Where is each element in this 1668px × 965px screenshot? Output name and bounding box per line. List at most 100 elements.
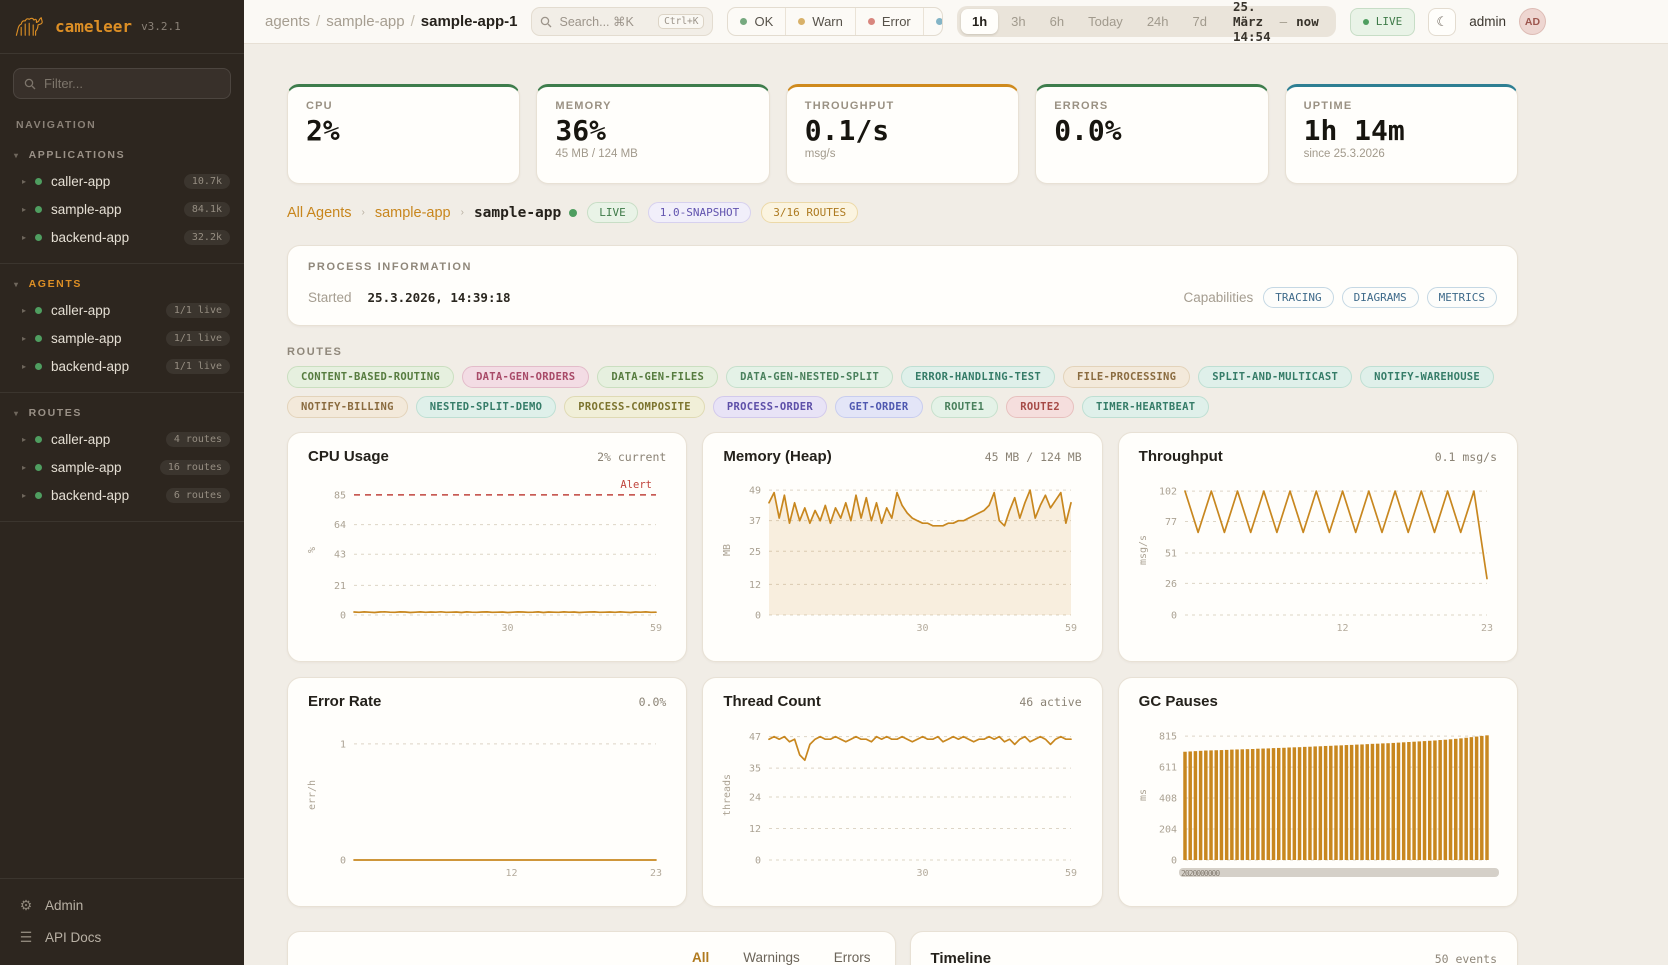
svg-text:0: 0 xyxy=(340,856,346,867)
sidebar-item-backend-app[interactable]: ▸backend-app1/1 live xyxy=(0,352,244,380)
route-chip-file-processing[interactable]: FILE-PROCESSING xyxy=(1063,366,1190,388)
status-filter-group: OKWarn Error Running xyxy=(727,7,943,36)
search-shortcut-kbd: Ctrl+K xyxy=(658,14,704,29)
sidebar-item-sample-app[interactable]: ▸sample-app1/1 live xyxy=(0,324,244,352)
live-label: LIVE xyxy=(1376,15,1403,28)
chevron-right-icon: ▸ xyxy=(22,334,26,343)
sidebar-item-caller-app[interactable]: ▸caller-app1/1 live xyxy=(0,296,244,324)
chart-title: CPU Usage xyxy=(308,448,389,465)
route-chip-notify-warehouse[interactable]: NOTIFY-WAREHOUSE xyxy=(1360,366,1494,388)
sidebar-filter-input[interactable] xyxy=(44,76,220,91)
theme-toggle-button[interactable]: ☾ xyxy=(1428,8,1456,36)
time-range-24h[interactable]: 24h xyxy=(1136,9,1180,34)
sidebar-item-label: caller-app xyxy=(51,432,110,447)
route-chip-timer-heartbeat[interactable]: TIMER-HEARTBEAT xyxy=(1082,396,1209,418)
chart-card-error-rate: Error Rate0.0%01err/h1223 xyxy=(287,677,687,907)
chart-value-label: 45 MB / 124 MB xyxy=(985,450,1082,464)
chart-title: Thread Count xyxy=(723,693,821,710)
status-dot-icon xyxy=(35,178,42,185)
time-range-1h[interactable]: 1h xyxy=(961,9,998,34)
stat-label: CPU xyxy=(306,100,501,112)
status-filter-warn[interactable]: Warn xyxy=(785,8,855,35)
status-filter-ok[interactable]: OK xyxy=(728,8,785,35)
status-dot-icon xyxy=(35,206,42,213)
breadcrumb-link[interactable]: agents xyxy=(265,13,310,30)
capabilities: Capabilities TRACINGDIAGRAMSMETRICS xyxy=(1184,287,1498,308)
svg-text:43: 43 xyxy=(334,550,346,561)
time-range-6h[interactable]: 6h xyxy=(1039,9,1075,34)
stat-value: 2% xyxy=(306,116,501,145)
agent-breadcrumb-link[interactable]: All Agents xyxy=(287,205,352,221)
date-range-control[interactable]: 25. März 14:54 — now xyxy=(1218,0,1332,44)
sidebar-section-header-agents[interactable]: ▾AGENTS xyxy=(0,274,244,296)
svg-text:MB: MB xyxy=(722,544,733,556)
route-chip-data-gen-orders[interactable]: DATA-GEN-ORDERS xyxy=(462,366,589,388)
stat-value: 36% xyxy=(555,116,750,145)
chart-value-label: 0.0% xyxy=(639,695,667,709)
sidebar-item-backend-app[interactable]: ▸backend-app6 routes xyxy=(0,481,244,509)
avatar[interactable]: AD xyxy=(1519,8,1546,35)
route-chip-process-order[interactable]: PROCESS-ORDER xyxy=(713,396,827,418)
route-chip-process-composite[interactable]: PROCESS-COMPOSITE xyxy=(564,396,705,418)
sidebar-item-caller-app[interactable]: ▸caller-app4 routes xyxy=(0,425,244,453)
svg-text:1: 1 xyxy=(340,739,346,750)
svg-text:37: 37 xyxy=(749,516,761,527)
sidebar-section-header-applications[interactable]: ▾APPLICATIONS xyxy=(0,145,244,167)
breadcrumb-current: sample-app-1 xyxy=(421,13,518,30)
chart-card-throughput: Throughput0.1 msg/s0265177102msg/s1223 xyxy=(1118,432,1518,662)
sidebar-item-backend-app[interactable]: ▸backend-app32.2k xyxy=(0,223,244,251)
log-tab-errors[interactable]: Errors xyxy=(832,950,873,965)
sidebar-item-sample-app[interactable]: ▸sample-app16 routes xyxy=(0,453,244,481)
search-icon xyxy=(540,16,552,28)
breadcrumb-separator: / xyxy=(411,13,415,30)
svg-text:Alert: Alert xyxy=(620,479,652,491)
route-chips: CONTENT-BASED-ROUTING DATA-GEN-ORDERS DATA… xyxy=(287,366,1518,418)
status-filter-label: Error xyxy=(882,14,911,29)
section-label: AGENTS xyxy=(29,278,82,290)
sidebar-item-badge: 84.1k xyxy=(184,202,230,217)
status-dot-icon xyxy=(35,307,42,314)
chevron-right-icon: ▸ xyxy=(22,463,26,472)
agent-breadcrumb-link[interactable]: sample-app xyxy=(375,205,451,221)
status-filter-running[interactable]: Running xyxy=(923,8,943,35)
time-range-buttons: 1h3h6hToday24h7d xyxy=(961,9,1218,34)
time-range-3h[interactable]: 3h xyxy=(1000,9,1036,34)
time-range-7d[interactable]: 7d xyxy=(1182,9,1218,34)
live-dot-icon xyxy=(1363,19,1369,25)
stats-row: CPU2%MEMORY36%45 MB / 124 MBTHROUGHPUT0.… xyxy=(287,84,1518,184)
svg-text:204: 204 xyxy=(1159,824,1177,835)
route-chip-data-gen-nested-split[interactable]: DATA-GEN-NESTED-SPLIT xyxy=(726,366,893,388)
started-value: 25.3.2026, 14:39:18 xyxy=(368,290,511,305)
svg-text:0: 0 xyxy=(340,611,346,622)
sidebar-section-header-routes[interactable]: ▾ROUTES xyxy=(0,403,244,425)
route-chip-get-order[interactable]: GET-ORDER xyxy=(835,396,923,418)
log-tab-warnings[interactable]: Warnings xyxy=(741,950,802,965)
chevron-right-icon: ▸ xyxy=(22,205,26,214)
sidebar-item-caller-app[interactable]: ▸caller-app10.7k xyxy=(0,167,244,195)
sidebar-item-badge: 4 routes xyxy=(166,432,230,447)
live-dot-icon xyxy=(569,209,577,217)
route-chip-split-and-multicast[interactable]: SPLIT-AND-MULTICAST xyxy=(1198,366,1352,388)
time-range-today[interactable]: Today xyxy=(1077,9,1134,34)
stat-sub: 45 MB / 124 MB xyxy=(555,148,750,160)
route-chip-error-handling-test[interactable]: ERROR-HANDLING-TEST xyxy=(901,366,1055,388)
log-tab-all[interactable]: All xyxy=(690,950,711,965)
svg-text:85: 85 xyxy=(334,490,346,501)
route-chip-route1[interactable]: ROUTE1 xyxy=(931,396,999,418)
footer-item-admin[interactable]: ⚙Admin xyxy=(0,889,244,921)
sidebar-item-label: sample-app xyxy=(51,460,122,475)
status-filter-error[interactable]: Error xyxy=(855,8,923,35)
svg-text:12: 12 xyxy=(1336,623,1348,634)
bottom-grid: APPLICATION LOG AllWarningsErrors Timeli… xyxy=(287,931,1518,965)
live-toggle[interactable]: LIVE xyxy=(1350,8,1416,36)
route-chip-content-based-routing[interactable]: CONTENT-BASED-ROUTING xyxy=(287,366,454,388)
route-chip-data-gen-files[interactable]: DATA-GEN-FILES xyxy=(597,366,718,388)
route-chip-notify-billing[interactable]: NOTIFY-BILLING xyxy=(287,396,408,418)
sidebar-item-sample-app[interactable]: ▸sample-app84.1k xyxy=(0,195,244,223)
route-chip-route2[interactable]: ROUTE2 xyxy=(1006,396,1074,418)
route-chip-nested-split-demo[interactable]: NESTED-SPLIT-DEMO xyxy=(416,396,557,418)
breadcrumb-link[interactable]: sample-app xyxy=(326,13,404,30)
search-input[interactable] xyxy=(559,15,651,29)
sidebar-item-badge: 6 routes xyxy=(166,488,230,503)
footer-item-api-docs[interactable]: ☰API Docs xyxy=(0,921,244,953)
